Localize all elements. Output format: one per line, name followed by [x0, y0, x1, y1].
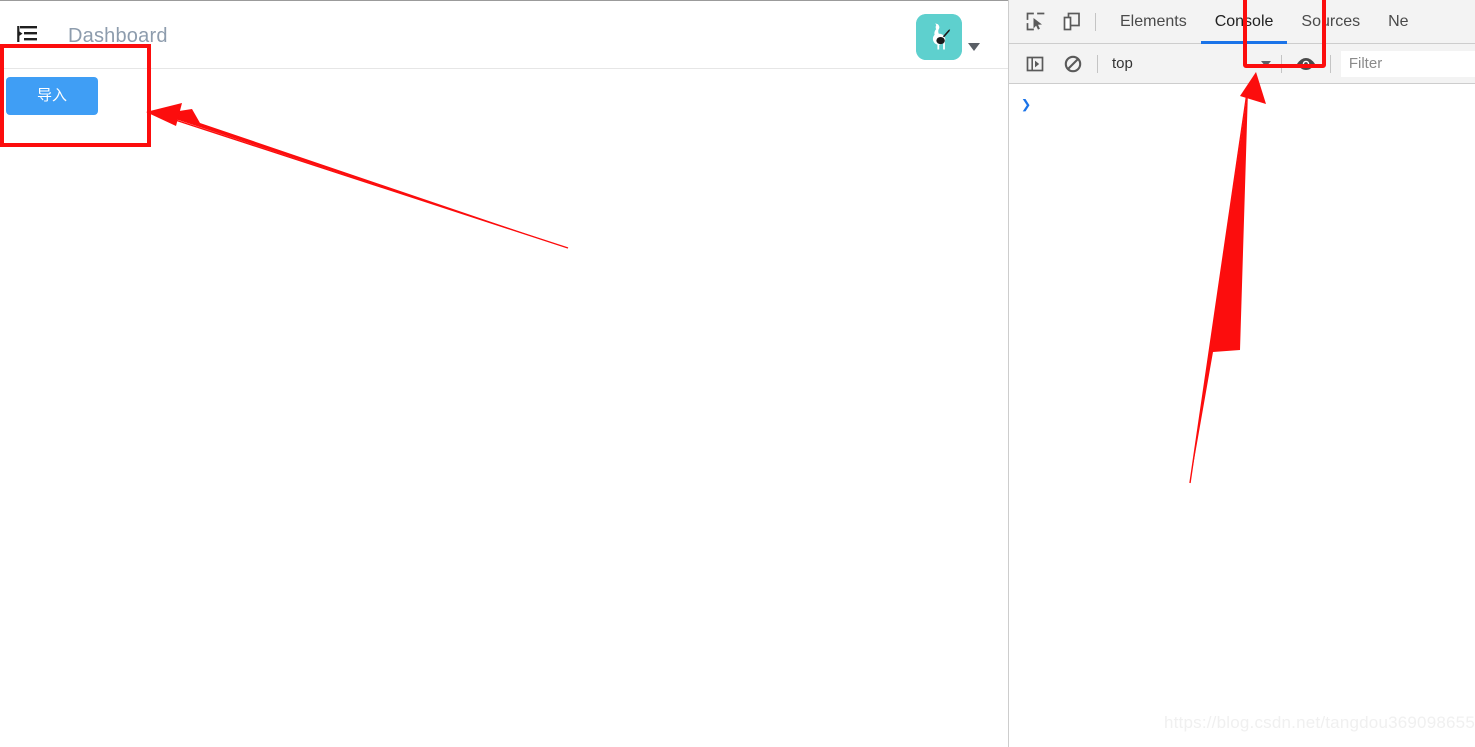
browser-page-pane: Dashboard 导入 [0, 0, 1008, 747]
console-output-area[interactable]: ❯ https://blog.csdn.net/tangdou369098655 [1009, 85, 1475, 747]
clear-console-icon[interactable] [1059, 50, 1087, 78]
import-button[interactable]: 导入 [6, 77, 98, 115]
console-prompt-icon[interactable]: ❯ [1021, 95, 1031, 116]
tab-network[interactable]: Ne [1374, 0, 1422, 44]
devtools-tabbar: Elements Console Sources Ne [1009, 0, 1475, 44]
console-sidebar-icon[interactable] [1021, 50, 1049, 78]
console-context-selector[interactable]: top [1112, 55, 1133, 72]
console-toolbar: top [1009, 44, 1475, 84]
device-toolbar-icon[interactable] [1057, 8, 1085, 36]
live-expression-eye-icon[interactable] [1292, 50, 1320, 78]
caret-down-icon[interactable] [1260, 60, 1271, 67]
tab-elements[interactable]: Elements [1106, 0, 1201, 44]
toolbar-divider [1329, 54, 1331, 73]
screenshot-root: Dashboard 导入 Elements Console Sources Ne… [0, 0, 1475, 747]
tab-sources[interactable]: Sources [1287, 0, 1374, 44]
tab-console[interactable]: Console [1200, 0, 1288, 44]
toolbar-divider [1097, 54, 1098, 73]
menu-fold-icon[interactable] [16, 24, 40, 44]
app-header: Dashboard [0, 1, 1008, 69]
user-menu[interactable] [916, 14, 980, 60]
console-filter-input[interactable] [1340, 50, 1475, 77]
toolbar-divider [1280, 54, 1282, 73]
caret-down-icon[interactable] [968, 43, 980, 51]
toolbar-divider [1095, 12, 1096, 31]
inspect-element-icon[interactable] [1021, 8, 1049, 36]
watermark-text: https://blog.csdn.net/tangdou369098655 [1163, 713, 1475, 732]
devtools-panel: Elements Console Sources Ne top Filter ❯… [1008, 0, 1475, 747]
cat-avatar-icon[interactable] [916, 14, 962, 60]
page-title: Dashboard [68, 25, 168, 47]
